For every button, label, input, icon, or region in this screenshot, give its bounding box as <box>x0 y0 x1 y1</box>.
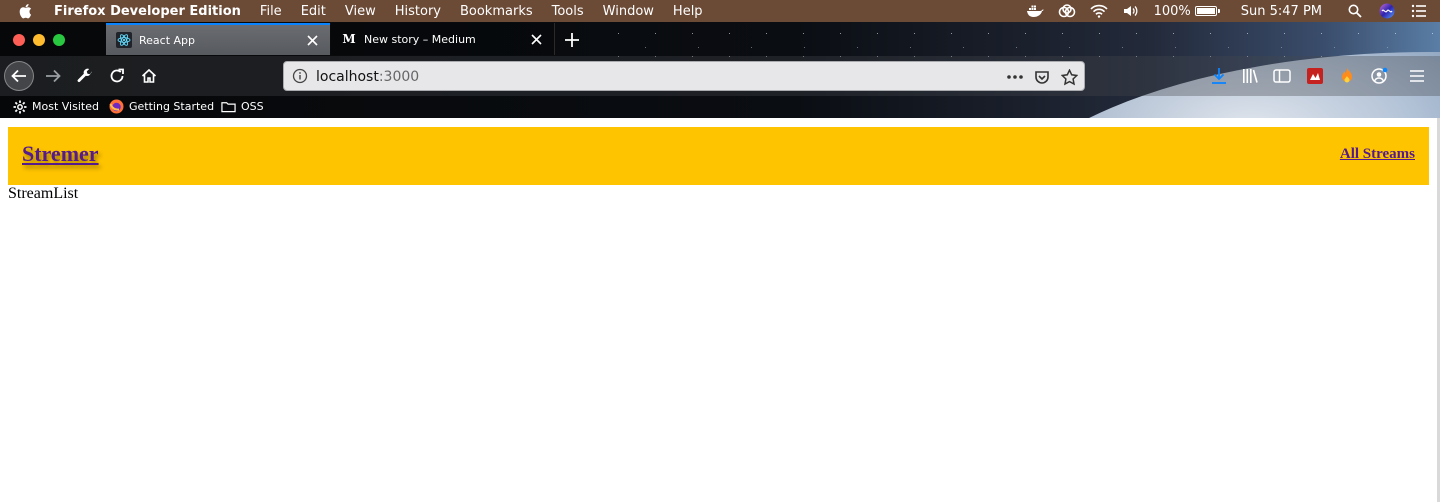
wrench-icon[interactable] <box>70 61 100 91</box>
all-streams-link[interactable]: All Streams <box>1340 146 1415 163</box>
menubar-clock[interactable]: Sun 5:47 PM <box>1241 4 1322 19</box>
menu-history[interactable]: History <box>395 4 441 19</box>
url-text[interactable]: localhost:3000 <box>316 69 419 85</box>
library-icon[interactable] <box>1240 64 1262 88</box>
bookmark-label: Getting Started <box>129 100 215 113</box>
firefox-icon <box>109 99 124 114</box>
medium-icon: M <box>342 32 356 46</box>
page-actions-icon[interactable] <box>1006 68 1024 86</box>
bookmark-label: OSS <box>241 100 264 113</box>
url-host: localhost <box>316 69 379 85</box>
menu-file[interactable]: File <box>260 4 282 19</box>
siri-icon[interactable] <box>1378 3 1396 19</box>
site-info-icon[interactable] <box>292 68 308 84</box>
bookmark-folder-oss[interactable]: OSS <box>221 99 264 114</box>
tab-new-story-medium[interactable]: M New story – Medium <box>331 23 555 55</box>
bookmarks-toolbar: Most Visited Getting Started OSS <box>0 96 1440 118</box>
battery-icon <box>1194 6 1220 16</box>
battery-status[interactable]: 100% <box>1153 3 1220 19</box>
bookmark-label: Most Visited <box>32 100 99 113</box>
forward-button[interactable] <box>38 61 68 91</box>
url-port: :3000 <box>378 69 420 85</box>
tab-strip: React App M New story – Medium <box>0 22 1440 56</box>
app-header: Stremer All Streams <box>8 127 1429 185</box>
volume-icon[interactable] <box>1122 3 1140 19</box>
bookmark-star-icon[interactable] <box>1060 68 1078 86</box>
gear-icon <box>12 99 27 114</box>
extension-red-icon[interactable] <box>1304 64 1326 88</box>
bookmark-getting-started[interactable]: Getting Started <box>109 99 214 114</box>
new-tab-button[interactable] <box>562 30 582 50</box>
menu-view[interactable]: View <box>345 4 376 19</box>
browser-chrome: React App M New story – Medium localhost… <box>0 22 1440 118</box>
menu-bookmarks[interactable]: Bookmarks <box>460 4 533 19</box>
home-button[interactable] <box>134 61 164 91</box>
wifi-icon[interactable] <box>1089 3 1108 19</box>
bookmark-most-visited[interactable]: Most Visited <box>12 99 99 114</box>
stream-list-text: StreamList <box>8 185 79 202</box>
tab-react-app[interactable]: React App <box>106 23 330 55</box>
tab-close-icon[interactable] <box>528 31 544 47</box>
spotlight-search-icon[interactable] <box>1346 3 1364 19</box>
battery-percentage: 100% <box>1153 3 1191 19</box>
address-bar[interactable]: localhost:3000 <box>283 61 1085 91</box>
menu-window[interactable]: Window <box>603 4 654 19</box>
account-icon[interactable] <box>1368 64 1390 88</box>
sidebar-icon[interactable] <box>1271 64 1293 88</box>
menu-help[interactable]: Help <box>673 4 703 19</box>
notification-center-icon[interactable] <box>1410 3 1428 19</box>
window-close-button[interactable] <box>13 34 25 46</box>
downloads-icon[interactable] <box>1208 64 1230 88</box>
react-icon <box>116 32 132 48</box>
app-name-menu[interactable]: Firefox Developer Edition <box>54 4 241 19</box>
creative-cloud-icon[interactable] <box>1058 3 1076 19</box>
reload-button[interactable] <box>102 61 132 91</box>
menu-edit[interactable]: Edit <box>301 4 326 19</box>
hamburger-menu-icon[interactable] <box>1406 64 1428 88</box>
navigation-toolbar: localhost:3000 <box>0 56 1440 96</box>
macos-menu-bar: Firefox Developer Edition File Edit View… <box>0 0 1440 22</box>
brand-link[interactable]: Stremer <box>22 141 99 167</box>
tab-title: New story – Medium <box>364 32 476 46</box>
pocket-icon[interactable] <box>1033 68 1051 86</box>
tab-title: React App <box>139 33 196 47</box>
window-zoom-button[interactable] <box>53 34 65 46</box>
apple-icon[interactable] <box>18 3 32 19</box>
page-content: Stremer All Streams StreamList <box>0 118 1440 502</box>
firebug-icon[interactable] <box>1336 64 1358 88</box>
docker-icon[interactable] <box>1026 3 1044 19</box>
folder-icon <box>221 99 236 114</box>
menu-tools[interactable]: Tools <box>552 4 584 19</box>
tab-close-icon[interactable] <box>304 32 320 48</box>
window-minimize-button[interactable] <box>33 34 45 46</box>
back-button[interactable] <box>4 61 34 91</box>
